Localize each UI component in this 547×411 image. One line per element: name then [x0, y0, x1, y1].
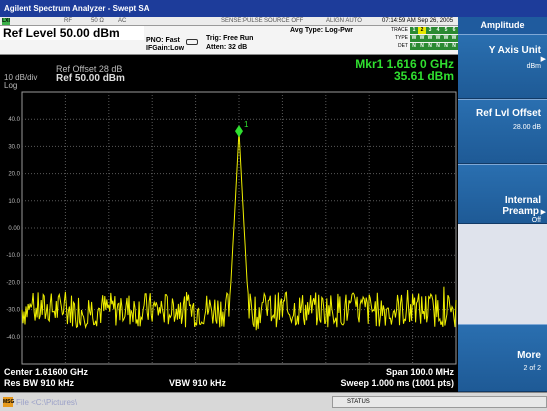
window-title: Agilent Spectrum Analyzer - Swept SA [0, 0, 547, 17]
source-label: SOURCE OFF [264, 18, 304, 24]
sweep-label[interactable]: Sweep 1.000 ms (1001 pts) [340, 378, 454, 388]
ref-level-readout[interactable]: Ref Level 50.00 dBm [0, 26, 144, 40]
center-frequency-label[interactable]: Center 1.61600 GHz [4, 367, 88, 377]
softkey-label: More [517, 350, 541, 361]
det-cell: N [410, 43, 418, 50]
ref-lvl-offset-softkey[interactable]: Ref Lvl Offset 28.00 dB [458, 99, 547, 164]
y-axis-unit-softkey[interactable]: Y Axis Unit dBm ▶ [458, 34, 547, 99]
impedance-label: 50 Ω [91, 18, 104, 24]
message-bar: MSG File <C:\Pictures\ STATUS [0, 392, 547, 411]
marker-number-label: 1 [244, 120, 249, 129]
softkey-label: Ref Lvl Offset [475, 108, 541, 119]
type-cell: W [434, 35, 442, 42]
softkey-value: 2 of 2 [523, 365, 541, 372]
softkey-label: Y Axis Unit [488, 45, 541, 56]
res-bw-label[interactable]: Res BW 910 kHz [4, 378, 74, 388]
softkey-value: Off [531, 217, 541, 224]
attenuation-label: Atten: 32 dB [206, 44, 248, 51]
type-cell: W [426, 35, 434, 42]
spectrum-plot: 40.0 30.0 20.0 10.0 0.00 -10.0 -20.0 -30.0 -40.0… [6, 91, 457, 365]
y-axis-ticks: 40.0 30.0 20.0 10.0 0.00 -10.0 -20.0 -30.0 -40.0 [6, 117, 20, 341]
det-cell: N [434, 43, 442, 50]
trace-cell: 5 [442, 27, 450, 34]
submenu-arrow-icon: ▶ [540, 209, 546, 216]
det-cell: N [426, 43, 434, 50]
det-row-label: DET [398, 43, 408, 49]
spectrum-display[interactable]: Mkr1 1.616 0 GHz 35.61 dBm Ref Offset 28… [0, 55, 458, 392]
more-softkey[interactable]: More 2 of 2 [458, 324, 547, 392]
softkey-value: dBm [526, 63, 541, 70]
marker-diamond-icon[interactable] [235, 125, 243, 138]
y-tick-label: 30.0 [8, 144, 20, 150]
softkey-label: Internal [504, 195, 541, 206]
det-cell: N [450, 43, 458, 50]
vbw-label[interactable]: VBW 910 kHz [169, 378, 226, 388]
ifgain-label: IFGain:Low [146, 45, 185, 52]
y-tick-label: -30.0 [6, 308, 20, 314]
type-cell: W [450, 35, 458, 42]
type-cell: W [418, 35, 426, 42]
datetime-label: 07:14:59 AM Sep 26, 2005 [382, 18, 454, 24]
trace-cell: 4 [434, 27, 442, 34]
sense-label: SENSE:PULSE [221, 18, 263, 24]
trigger-label: Trig: Free Run [206, 35, 254, 42]
input-connector-icon [186, 39, 198, 45]
trace-status-block: TRACE 1 2 3 4 5 6 TYPE W W W W W W DET N… [388, 26, 458, 50]
marker-1: 1 [235, 120, 249, 138]
softkey-blank [458, 224, 547, 324]
type-cell: W [410, 35, 418, 42]
type-cell: W [442, 35, 450, 42]
lxi-badge: LXI [2, 18, 10, 25]
y-tick-label: 20.0 [8, 172, 20, 178]
softkey-value: 28.00 dB [512, 124, 541, 131]
type-row-label: TYPE [394, 35, 408, 41]
y-tick-label: 40.0 [8, 117, 20, 123]
y-tick-label: 0.00 [8, 226, 20, 232]
y-tick-label: -10.0 [6, 253, 20, 259]
submenu-arrow-icon: ▶ [540, 56, 546, 63]
coupling-label: AC [118, 18, 127, 24]
softkey-menu-title: Amplitude [458, 17, 547, 34]
internal-preamp-softkey[interactable]: Internal Preamp ▶ Off [458, 164, 547, 224]
message-icon: MSG [3, 397, 15, 407]
det-cell: N [442, 43, 450, 50]
trace-cell: 6 [450, 27, 458, 34]
span-label[interactable]: Span 100.0 MHz [386, 367, 454, 377]
trace-cell: 3 [426, 27, 434, 34]
y-tick-label: -40.0 [6, 335, 20, 341]
trace-cell: 2 [418, 27, 426, 34]
trace-cell: 1 [410, 27, 418, 34]
pno-label: PNO: Fast [146, 37, 180, 44]
message-text: File <C:\Pictures\ [16, 398, 78, 407]
y-tick-label: 10.0 [8, 199, 20, 205]
det-cell: N [418, 43, 426, 50]
rf-input-label: RF [64, 18, 72, 24]
align-label: ALIGN AUTO [326, 18, 362, 24]
softkey-label-line2: Preamp [502, 206, 539, 217]
trace-row-label: TRACE [391, 27, 408, 33]
softkey-panel: Amplitude Y Axis Unit dBm ▶ Ref Lvl Offs… [458, 17, 547, 392]
y-tick-label: -20.0 [6, 280, 20, 286]
avg-type-label: Avg Type: Log-Pwr [290, 27, 353, 34]
instrument-status-line: LXI RF 50 Ω AC SENSE:PULSE SOURCE OFF AL… [0, 17, 458, 26]
status-field[interactable]: STATUS [332, 396, 547, 408]
